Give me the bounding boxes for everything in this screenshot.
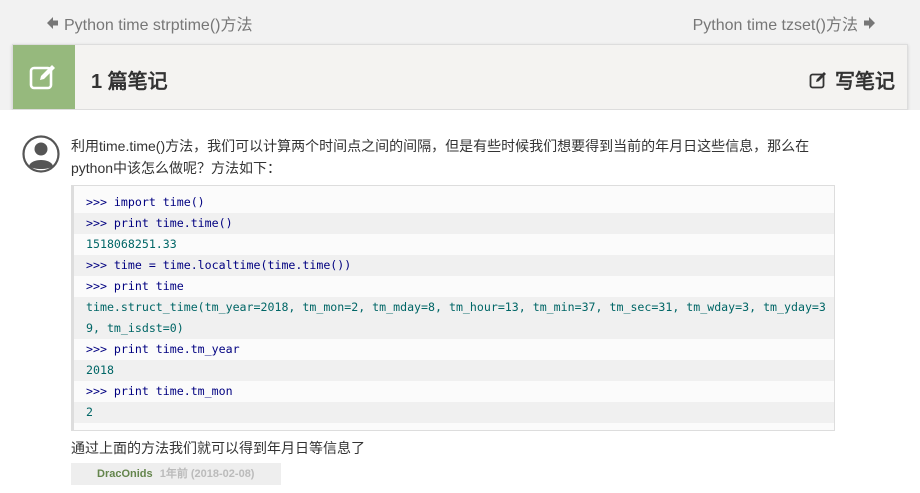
next-article-label: Python time tzset()方法 [692, 17, 858, 34]
comment-author[interactable]: DracOnids [97, 468, 153, 480]
code-text: print time.tm_mon [113, 384, 233, 398]
next-article-link[interactable]: Python time tzset()方法 [693, 11, 878, 35]
comment-meta: DracOnids 1年前 (2018-02-08) [71, 463, 281, 485]
write-note-button[interactable]: 写笔记 [809, 65, 895, 94]
comment-text: 利用time.time()方法，我们可以计算两个时间点之间的间隔，但是有些时候我… [71, 138, 810, 176]
code-line: 1518068251.33 [74, 234, 834, 255]
comment-item: 利用time.time()方法，我们可以计算两个时间点之间的间隔，但是有些时候我… [0, 110, 920, 493]
code-text: 2 [86, 405, 93, 419]
code-prompt: >>> [86, 216, 114, 230]
code-line: >>> import time() [74, 192, 834, 213]
prev-article-link[interactable]: Python time strptime()方法 [44, 11, 253, 35]
code-text: time.struct_time(tm_year=2018, tm_mon=2,… [86, 300, 826, 335]
code-line: >>> print time.tm_year [74, 339, 834, 360]
code-text: import time() [113, 195, 205, 209]
edit-note-icon [13, 45, 75, 109]
code-line: 2 [74, 402, 834, 423]
code-prompt: >>> [86, 195, 114, 209]
comment-time: 1年前 (2018-02-08) [159, 468, 255, 480]
prev-article-label: Python time strptime()方法 [64, 17, 253, 34]
code-line: >>> time = time.localtime(time.time()) [74, 255, 834, 276]
code-prompt: >>> [86, 384, 114, 398]
code-text: time = time.localtime(time.time()) [113, 258, 352, 272]
code-text: 1518068251.33 [86, 237, 177, 251]
write-note-label: 写笔记 [835, 71, 895, 93]
code-prompt: >>> [86, 258, 114, 272]
code-block: >>> import time() >>> print time.time() 15… [71, 185, 835, 431]
avatar-icon [22, 135, 60, 173]
code-text: print time [113, 279, 184, 293]
code-text: print time.tm_year [113, 342, 240, 356]
arrow-left-icon [44, 15, 60, 31]
code-line: >>> print time.time() [74, 213, 834, 234]
code-line: >>> print time [74, 276, 834, 297]
edit-icon [809, 71, 826, 88]
code-prompt: >>> [86, 342, 114, 356]
article-nav: Python time strptime()方法 Python time tzs… [0, 0, 920, 44]
code-line: time.struct_time(tm_year=2018, tm_mon=2,… [74, 297, 834, 339]
code-prompt: >>> [86, 279, 114, 293]
arrow-right-icon [862, 15, 878, 31]
comment-conclusion: 通过上面的方法我们就可以得到年月日等信息了 [71, 440, 365, 456]
code-line: 2018 [74, 360, 834, 381]
notes-count: 1 篇笔记 [91, 71, 168, 93]
notes-header: 1 篇笔记 写笔记 [12, 44, 908, 110]
code-text: print time.time() [113, 216, 233, 230]
code-text: 2018 [86, 363, 114, 377]
code-line: >>> print time.tm_mon [74, 381, 834, 402]
